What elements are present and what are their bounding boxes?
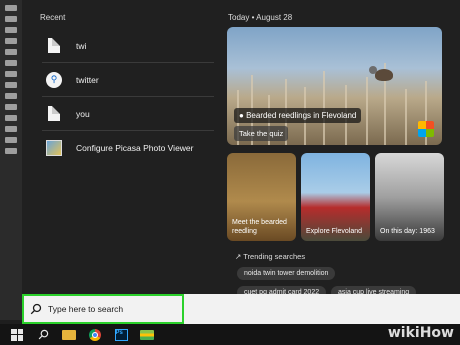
card-on-this-day[interactable]: On this day: 1963 — [375, 153, 444, 241]
tool-icon[interactable] — [5, 60, 17, 66]
search-panel: Recent twi ⚲ twitter you Configure Picas… — [22, 0, 460, 299]
recent-item-label: twitter — [76, 74, 99, 85]
recent-section: Recent twi ⚲ twitter you Configure Picas… — [22, 0, 222, 294]
tool-icon[interactable] — [5, 71, 17, 77]
card-explore-flevoland[interactable]: Explore Flevoland — [301, 153, 370, 241]
today-title: Today • August 28 — [228, 13, 293, 22]
card-bearded-reedling[interactable]: Meet the bearded reedling — [227, 153, 296, 241]
trending-title: ↗ Trending searches — [235, 252, 305, 261]
search-bar: Type here to search — [22, 294, 460, 324]
folder-icon — [62, 329, 76, 340]
tool-icon[interactable] — [5, 148, 17, 154]
recent-item-you[interactable]: you — [42, 97, 214, 131]
search-placeholder: Type here to search — [48, 304, 124, 314]
tool-icon[interactable] — [5, 27, 17, 33]
tool-icon[interactable] — [5, 104, 17, 110]
photoshop-toolbar — [0, 0, 23, 320]
app-button[interactable] — [138, 328, 156, 342]
card-caption: reedling — [232, 228, 257, 235]
today-section: Today • August 28 ● Bearded reedlings in… — [227, 0, 460, 299]
search-icon — [38, 329, 48, 340]
tool-icon[interactable] — [5, 93, 17, 99]
trending-arrow-icon: ↗ — [235, 252, 242, 261]
search-icon — [30, 303, 42, 315]
hero-caption-text: Bearded reedlings in Flevoland — [246, 111, 357, 120]
file-explorer-button[interactable] — [60, 328, 78, 342]
tool-icon[interactable] — [5, 137, 17, 143]
windows-logo-icon — [11, 328, 23, 341]
search-icon: ⚲ — [46, 71, 62, 89]
app-stack-icon — [140, 329, 154, 340]
location-icon: ● — [239, 111, 244, 120]
document-icon — [46, 37, 62, 55]
recent-title: Recent — [40, 13, 66, 22]
recent-item-twi[interactable]: twi — [42, 29, 214, 63]
trending-title-text: Trending searches — [243, 252, 306, 261]
tool-icon[interactable] — [5, 82, 17, 88]
take-quiz-button[interactable]: Take the quiz — [234, 126, 289, 141]
card-caption: Meet the bearded — [232, 219, 287, 226]
hero-caption[interactable]: ● Bearded reedlings in Flevoland — [234, 108, 362, 123]
recent-item-label: Configure Picasa Photo Viewer — [76, 142, 194, 153]
tool-icon[interactable] — [5, 126, 17, 132]
wikihow-watermark: wikiHow — [387, 325, 454, 341]
photoshop-icon: Ps — [114, 328, 128, 341]
tool-icon[interactable] — [5, 38, 17, 44]
tool-icon[interactable] — [5, 16, 17, 22]
tool-icon[interactable] — [5, 5, 17, 11]
microsoft-logo-icon — [418, 121, 434, 137]
search-input[interactable]: Type here to search — [22, 294, 184, 324]
recent-item-twitter[interactable]: ⚲ twitter — [42, 63, 214, 97]
hero-card[interactable]: ● Bearded reedlings in Flevoland Take th… — [227, 27, 442, 145]
recent-item-label: twi — [76, 40, 87, 51]
document-icon — [46, 105, 62, 123]
card-caption: On this day: 1963 — [380, 228, 435, 235]
tool-icon[interactable] — [5, 49, 17, 55]
recent-item-picasa[interactable]: Configure Picasa Photo Viewer — [42, 131, 214, 164]
chrome-button[interactable] — [86, 328, 104, 342]
picasa-icon — [46, 139, 62, 157]
chrome-icon — [89, 328, 101, 341]
bird-image — [369, 66, 393, 81]
start-button[interactable] — [8, 328, 26, 342]
tool-icon[interactable] — [5, 115, 17, 121]
taskbar-search-button[interactable] — [34, 328, 52, 342]
recent-item-label: you — [76, 108, 90, 119]
card-caption: Explore Flevoland — [306, 228, 363, 235]
trending-chip[interactable]: noida twin tower demolition — [237, 267, 336, 280]
photoshop-button[interactable]: Ps — [112, 328, 130, 342]
